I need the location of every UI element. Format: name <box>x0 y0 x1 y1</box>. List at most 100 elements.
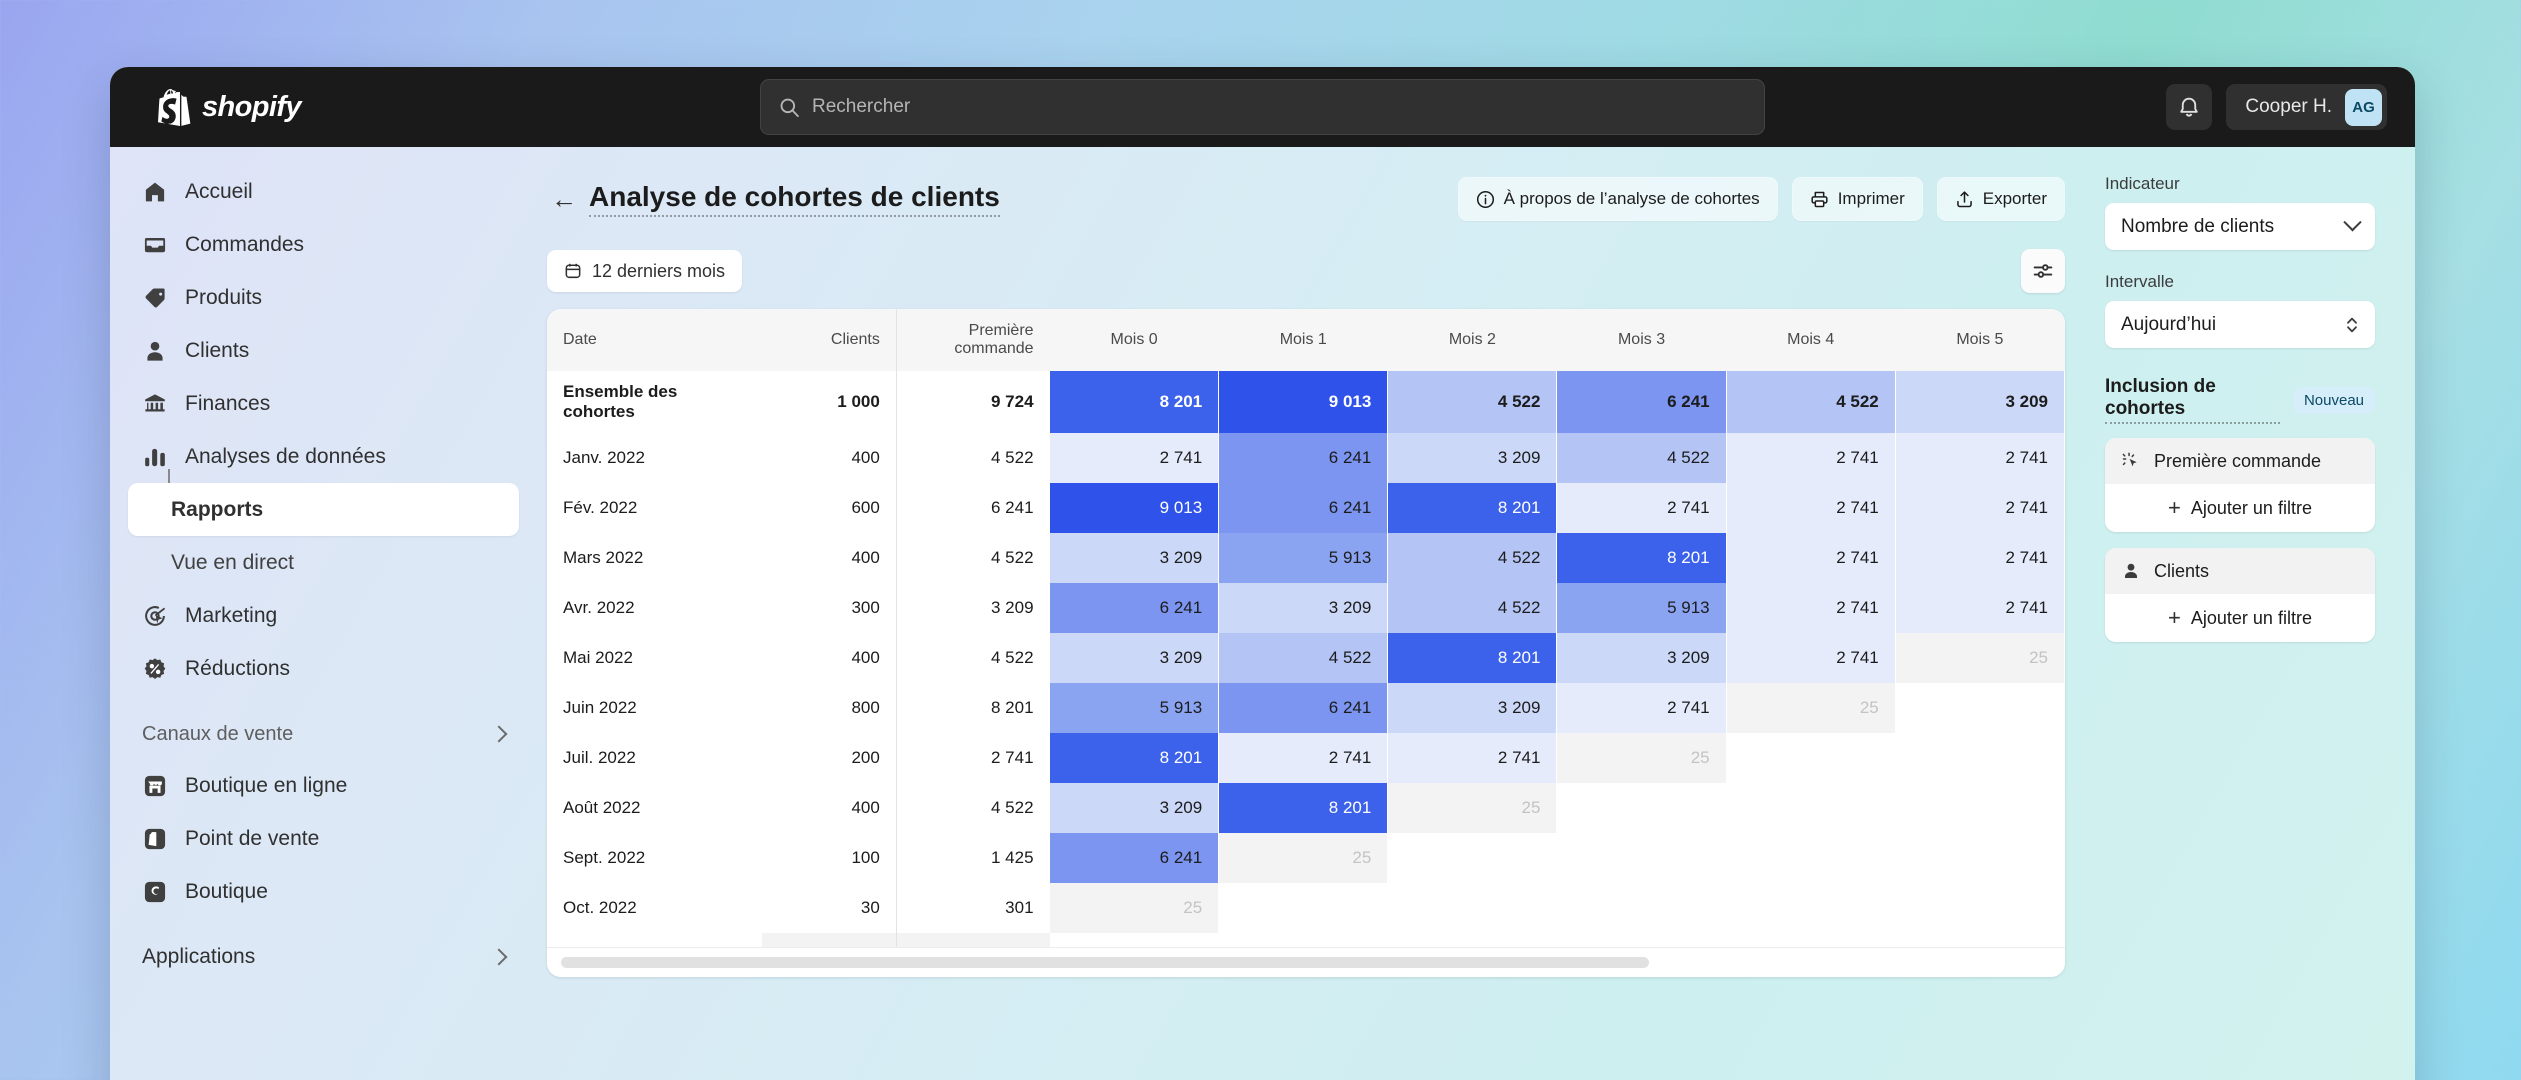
cell-mois-5: 2 741 <box>1895 483 2065 533</box>
cell-first-order: 1 425 <box>895 833 1050 883</box>
horizontal-scrollbar[interactable] <box>547 947 2065 977</box>
add-filter-button[interactable]: + Ajouter un filtre <box>2105 484 2375 532</box>
column-header-mois-4[interactable]: Mois 4 <box>1726 309 1896 371</box>
table-row[interactable]: Oct. 2022 30 301 25 <box>547 883 2065 933</box>
column-header-date[interactable]: Date <box>547 309 762 371</box>
table-row[interactable]: Janv. 2022 400 4 522 2 741 6 241 3 209 4 522 2 … <box>547 433 2065 483</box>
sidebar-item-commandes[interactable]: Commandes <box>128 218 519 271</box>
tag-icon <box>142 285 168 311</box>
sidebar-item-vue-en-direct[interactable]: Vue en direct <box>128 536 519 589</box>
column-header-mois-1[interactable]: Mois 1 <box>1218 309 1388 371</box>
column-header-clients[interactable]: Clients <box>761 309 897 371</box>
cell-mois-3: 8 201 <box>1556 533 1727 583</box>
user-menu[interactable]: Cooper H. AG <box>2226 84 2387 130</box>
marketing-icon <box>142 603 168 629</box>
table-toolbar: 12 derniers mois <box>537 227 2095 293</box>
sidebar-item-marketing[interactable]: Marketing <box>128 589 519 642</box>
table-row[interactable]: Juil. 2022 200 2 741 8 201 2 741 2 741 25 <box>547 733 2065 783</box>
sidebar-item-point-de-vente[interactable]: Point de vente <box>128 812 519 865</box>
new-badge: Nouveau <box>2292 386 2375 414</box>
table-row[interactable]: Mars 2022 400 4 522 3 209 5 913 4 522 8 201 2 7… <box>547 533 2065 583</box>
table-row[interactable]: Août 2022 400 4 522 3 209 8 201 25 <box>547 783 2065 833</box>
sidebar-label: Commandes <box>185 232 305 256</box>
table-row[interactable]: Nov. 20222025 <box>547 933 2065 947</box>
sidebar-item-finances[interactable]: Finances <box>128 377 519 430</box>
sidebar-item-accueil[interactable]: Accueil <box>128 165 519 218</box>
cell-clients: 30 <box>860 898 880 917</box>
cell-mois-4 <box>1726 733 1896 783</box>
sidebar-item-rapports[interactable]: Rapports <box>128 483 519 536</box>
chevron-right-icon <box>490 948 508 966</box>
table-row[interactable]: Avr. 2022 300 3 209 6 241 3 209 4 522 5 913 2 7… <box>547 583 2065 633</box>
cell-mois-1: 8 201 <box>1218 783 1389 833</box>
sidebar-item-boutique[interactable]: Boutique <box>128 865 519 918</box>
interval-label: Intervalle <box>2105 272 2174 291</box>
table-row[interactable]: Fév. 2022 600 6 241 9 013 6 241 8 201 2 741 2 7… <box>547 483 2065 533</box>
cell-first-order: 3 209 <box>895 583 1050 633</box>
stepper-updown-icon <box>2345 315 2359 335</box>
cell-date: Fév. 2022 <box>563 498 638 517</box>
cell-mois-0: 6 241 <box>1049 583 1220 633</box>
cell-clients: 300 <box>851 598 880 617</box>
cell-clients: 800 <box>851 698 880 717</box>
table-row[interactable]: Mai 2022 400 4 522 3 209 4 522 8 201 3 209 2 74… <box>547 633 2065 683</box>
table-row[interactable]: Sept. 2022 100 1 425 6 241 25 <box>547 833 2065 883</box>
date-range-label: 12 derniers mois <box>592 260 726 281</box>
sidebar-section-canaux-de-vente[interactable]: Canaux de vente <box>128 709 519 759</box>
sidebar-item-clients[interactable]: Clients <box>128 324 519 377</box>
cell-mois-5: 3 209 <box>1895 371 2065 433</box>
column-header-mois-2[interactable]: Mois 2 <box>1387 309 1557 371</box>
cell-clients: 100 <box>851 848 880 867</box>
cell-mois-2: 3 209 <box>1387 433 1558 483</box>
column-header-mois-3[interactable]: Mois 3 <box>1556 309 1727 371</box>
cell-mois-5 <box>1895 733 2065 783</box>
sidebar-label: Point de vente <box>185 826 320 850</box>
filter-group-premiere-commande: Première commande + Ajouter un filtre <box>2105 438 2375 532</box>
scrollbar-thumb[interactable] <box>561 957 1649 968</box>
interval-select[interactable]: Aujourd’hui <box>2105 301 2375 348</box>
shopify-wordmark: shopify <box>202 90 302 123</box>
discount-icon <box>142 656 168 682</box>
shopify-logo[interactable]: shopify <box>138 88 698 126</box>
sidebar-item-boutique-en-ligne[interactable]: Boutique en ligne <box>128 759 519 812</box>
cell-mois-3: 3 209 <box>1556 633 1727 683</box>
cell-mois-0 <box>1049 933 1219 947</box>
sidebar-section-applications[interactable]: Applications <box>128 932 519 982</box>
add-filter-button[interactable]: + Ajouter un filtre <box>2105 594 2375 642</box>
export-button[interactable]: Exporter <box>1936 177 2065 221</box>
cell-mois-0: 25 <box>1049 883 1220 933</box>
back-button[interactable]: ← <box>547 186 581 212</box>
cell-mois-1: 4 522 <box>1218 633 1389 683</box>
cell-mois-1: 3 209 <box>1218 583 1389 633</box>
about-cohort-analysis-button[interactable]: À propos de l’analyse de cohortes <box>1457 177 1778 221</box>
table-settings-button[interactable] <box>2021 249 2065 293</box>
sidebar-item-analyses[interactable]: Analyses de données <box>128 430 519 483</box>
search-input[interactable]: Rechercher <box>760 79 1765 135</box>
scrollbar-track[interactable] <box>561 957 2051 968</box>
chevron-down-icon <box>2343 213 2362 232</box>
cell-clients: 400 <box>851 448 880 467</box>
sidebar-item-reductions[interactable]: Réductions <box>128 642 519 695</box>
print-button[interactable]: Imprimer <box>1791 177 1923 221</box>
table-row[interactable]: Juin 2022 800 8 201 5 913 6 241 3 209 2 741 25 <box>547 683 2065 733</box>
filter-group-title: Première commande <box>2154 450 2322 471</box>
cohort-table: Date Clients Première commande Mois 0 Mo… <box>547 309 2065 947</box>
cell-mois-5 <box>1895 783 2065 833</box>
page-title: Analyse de cohortes de clients <box>589 181 1000 217</box>
table-row[interactable]: Ensemble des cohortes 1 000 9 724 8 201 9 01… <box>547 371 2065 433</box>
filter-group-title: Clients <box>2154 560 2210 581</box>
bank-icon <box>142 391 168 417</box>
column-header-first-order[interactable]: Première commande <box>895 309 1050 371</box>
button-label: Imprimer <box>1837 189 1905 208</box>
sidebar-item-produits[interactable]: Produits <box>128 271 519 324</box>
sliders-icon <box>2032 260 2054 282</box>
indicator-label: Indicateur <box>2105 174 2180 193</box>
column-header-mois-0[interactable]: Mois 0 <box>1049 309 1219 371</box>
indicator-select[interactable]: Nombre de clients <box>2105 203 2375 250</box>
notifications-button[interactable] <box>2166 84 2213 130</box>
cell-mois-4 <box>1726 783 1896 833</box>
column-header-mois-5[interactable]: Mois 5 <box>1895 309 2065 371</box>
date-range-selector[interactable]: 12 derniers mois <box>547 250 743 292</box>
cell-mois-0: 2 741 <box>1049 433 1220 483</box>
avatar: AG <box>2345 88 2382 126</box>
